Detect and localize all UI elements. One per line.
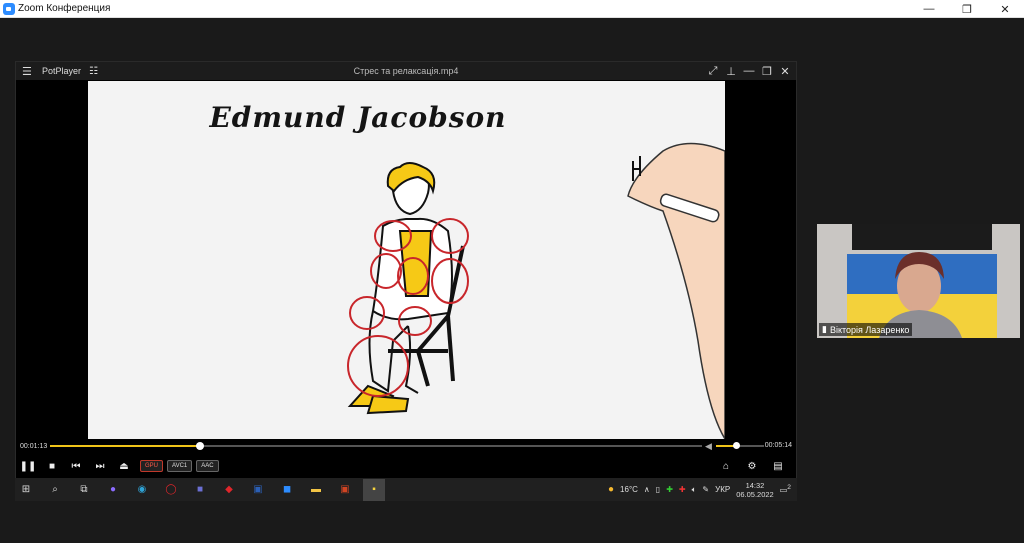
potplayer-title-bar: ☰ PotPlayer ☷ Стрес та релаксація.mp4 ⤢ … (16, 62, 796, 80)
signal-strength-icon: ▮ (822, 324, 827, 334)
volume-handle[interactable] (733, 442, 741, 449)
word-icon[interactable]: ▣ (247, 479, 269, 501)
teams-icon[interactable]: ■ (189, 479, 211, 501)
speaker-icon[interactable]: ◀ (705, 441, 712, 452)
elapsed-time: 00:01:13 (20, 442, 48, 450)
restore-button[interactable]: ❐ (948, 0, 986, 18)
eject-icon[interactable]: ⏏ (112, 456, 136, 476)
stop-icon[interactable]: ■ (40, 456, 64, 476)
windows-taskbar: ⊞ ⌕ ⧉ ● ◉ ◯ ■ ◆ ▣ ◼ ▬ ▣ ▪ ● 16°C ∧ ▯ ✚ ✚… (15, 478, 797, 501)
weather-temperature[interactable]: 16°C (620, 485, 638, 494)
search-icon[interactable]: ⌕ (44, 479, 66, 501)
participant-video[interactable]: ▮ Вікторія Лазаренко (817, 224, 1020, 338)
zoom-title-bar: Zoom Конференция — ❐ ✕ (0, 0, 1024, 18)
gpu-badge[interactable]: GPU (140, 460, 164, 472)
file-name: Стрес та релаксація.mp4 (353, 66, 459, 76)
playlist-icon[interactable]: ☷ (89, 66, 98, 77)
notifications-count: 2 (787, 484, 791, 492)
capture-icon[interactable]: ⌂ (714, 456, 738, 476)
player-right-controls: ⌂ ⚙ ▤ (714, 456, 790, 476)
total-time: 00:05:14 (764, 442, 792, 449)
pin-icon[interactable]: ⊥ (724, 65, 738, 78)
notifications-icon[interactable]: ▭2 (780, 484, 791, 495)
player-close-icon[interactable]: ✕ (778, 65, 792, 78)
potplayer-window[interactable]: ☰ PotPlayer ☷ Стрес та релаксація.mp4 ⤢ … (15, 61, 797, 501)
video-codec-badge[interactable]: AVC1 (167, 460, 193, 472)
player-restore-icon[interactable]: ❐ (760, 65, 774, 78)
participant-name: Вікторія Лазаренко (829, 324, 910, 335)
player-brand: PotPlayer (42, 66, 82, 76)
menu-icon[interactable]: ☰ (22, 65, 38, 78)
windows-start-icon[interactable]: ⊞ (15, 479, 37, 501)
clock-date: 06.05.2022 (736, 489, 774, 499)
window-controls: — ❐ ✕ (910, 0, 1024, 18)
seek-row: 00:01:13 ◀ 00:05:14 (16, 439, 796, 453)
language-indicator[interactable]: УКР (715, 485, 730, 494)
next-icon[interactable]: ⏭ (88, 456, 112, 476)
window-title: Zoom Конференция (18, 3, 111, 14)
tray-red-icon[interactable]: ✚ (679, 485, 686, 494)
audio-codec-badge[interactable]: AAC (196, 460, 219, 472)
video-frame[interactable]: Edmund Jacobson (88, 81, 725, 439)
weather-icon[interactable]: ● (608, 484, 614, 495)
explorer-icon[interactable]: ▬ (305, 479, 327, 501)
clock-time: 14:32 (745, 480, 765, 490)
pause-icon[interactable]: ❚❚ (16, 456, 40, 476)
participant-name-tag: ▮ Вікторія Лазаренко (819, 323, 913, 336)
tray-green-icon[interactable]: ✚ (666, 485, 673, 494)
yandex-icon[interactable]: ◆ (218, 479, 240, 501)
playlist-menu-icon[interactable]: ▤ (766, 456, 790, 476)
system-tray: ● 16°C ∧ ▯ ✚ ✚ 🔈︎ ✎ УКР 14:32 06.05.2022… (608, 478, 791, 501)
opera-icon[interactable]: ◯ (160, 479, 182, 501)
alice-icon[interactable]: ● (102, 479, 124, 501)
player-minimize-icon[interactable]: — (742, 65, 756, 78)
notes-app-icon[interactable]: ▪ (363, 478, 385, 501)
task-view-icon[interactable]: ⧉ (73, 479, 95, 501)
player-window-controls: ⤢ ⊥ — ❐ ✕ (706, 65, 792, 78)
participant-camera-image (817, 224, 1020, 338)
settings-gear-icon[interactable]: ⚙ (740, 456, 764, 476)
minimize-button[interactable]: — (910, 0, 948, 18)
tray-chevron-icon[interactable]: ∧ (644, 485, 650, 494)
zoom-taskbar-icon[interactable]: ◼ (276, 479, 298, 501)
clock[interactable]: 14:32 06.05.2022 (736, 481, 774, 499)
tray-app-icon[interactable]: ▯ (656, 485, 660, 494)
volume-tray-icon[interactable]: 🔈︎ (692, 485, 697, 495)
hand-drawing (627, 142, 725, 439)
fullscreen-icon[interactable]: ⤢ (706, 65, 720, 78)
seek-bar[interactable] (50, 442, 702, 450)
video-illustration (347, 142, 725, 439)
seek-progress (50, 445, 200, 447)
volume-bar[interactable] (716, 442, 764, 449)
zoom-logo-icon (3, 2, 15, 15)
close-window-button[interactable]: ✕ (986, 0, 1024, 18)
seek-handle[interactable] (195, 442, 204, 450)
powerpoint-icon[interactable]: ▣ (334, 479, 356, 501)
player-controls: ❚❚ ■ ⏮ ⏭ ⏏ GPU AVC1 AAC ⌂ ⚙ ▤ (16, 454, 796, 478)
previous-icon[interactable]: ⏮ (64, 456, 88, 476)
pen-icon[interactable]: ✎ (702, 485, 709, 494)
edge-icon[interactable]: ◉ (131, 479, 153, 501)
